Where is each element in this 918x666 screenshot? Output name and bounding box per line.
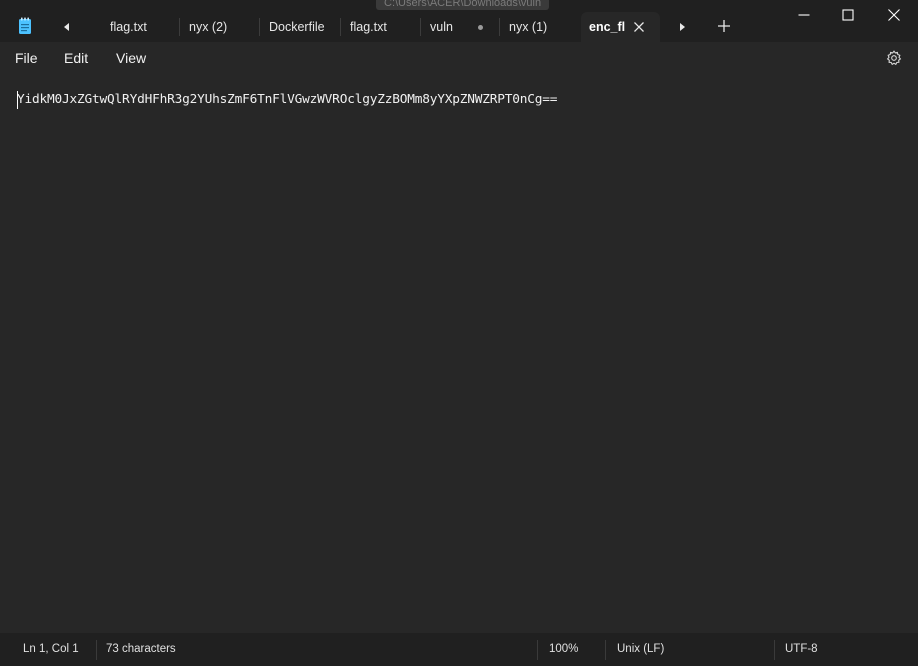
status-separator xyxy=(96,640,97,660)
text-caret xyxy=(17,91,18,109)
status-separator xyxy=(605,640,606,660)
tab-nyx-2[interactable]: nyx (2) xyxy=(180,12,260,42)
cursor-position[interactable]: Ln 1, Col 1 xyxy=(23,643,79,655)
status-bar: Ln 1, Col 1 73 characters 100% Unix (LF)… xyxy=(0,633,918,666)
caret-right-icon[interactable] xyxy=(675,20,689,34)
close-icon[interactable] xyxy=(633,21,645,33)
tab-label: flag.txt xyxy=(110,20,147,34)
tab-label: vuln xyxy=(430,20,453,34)
encoding[interactable]: UTF-8 xyxy=(785,643,818,655)
tab-label: flag.txt xyxy=(350,20,387,34)
line-ending[interactable]: Unix (LF) xyxy=(617,643,664,655)
tab-label: nyx (1) xyxy=(509,20,548,34)
menu-edit[interactable]: Edit xyxy=(64,50,88,66)
maximize-icon[interactable] xyxy=(841,8,855,22)
notepad-window: C:\Users\ACER\Downloads\vuln flag.txt ny… xyxy=(0,0,918,666)
tab-flag-txt-2[interactable]: flag.txt xyxy=(341,12,421,42)
caret-left-icon[interactable] xyxy=(60,20,74,34)
title-bar[interactable]: C:\Users\ACER\Downloads\vuln flag.txt ny… xyxy=(0,0,918,42)
tab-nyx-1[interactable]: nyx (1) xyxy=(500,12,580,42)
tab-flag-txt[interactable]: flag.txt xyxy=(100,12,180,42)
tab-label: nyx (2) xyxy=(189,20,228,34)
menu-file[interactable]: File xyxy=(15,50,38,66)
character-count: 73 characters xyxy=(106,643,176,655)
zoom-level[interactable]: 100% xyxy=(549,643,578,655)
unsaved-dot-icon xyxy=(478,25,483,30)
tab-dockerfile[interactable]: Dockerfile xyxy=(260,12,340,42)
menu-view[interactable]: View xyxy=(116,50,146,66)
notepad-icon xyxy=(19,17,31,34)
gear-icon[interactable] xyxy=(886,50,902,66)
menu-bar: File Edit View xyxy=(0,42,918,75)
plus-icon[interactable] xyxy=(717,19,731,33)
editor-text: YidkM0JxZGtwQlRYdHFhR3g2YUhsZmF6TnFlVGwz… xyxy=(17,92,558,107)
minimize-icon[interactable] xyxy=(797,8,811,22)
tab-label: enc_fl xyxy=(589,20,626,34)
tab-label: Dockerfile xyxy=(269,20,325,34)
tab-vuln[interactable]: vuln xyxy=(421,12,500,42)
status-separator xyxy=(537,640,538,660)
status-separator xyxy=(774,640,775,660)
close-icon[interactable] xyxy=(887,8,901,22)
path-tooltip: C:\Users\ACER\Downloads\vuln xyxy=(376,0,550,10)
tab-enc-fl[interactable]: enc_fl xyxy=(581,12,660,42)
text-editor[interactable]: YidkM0JxZGtwQlRYdHFhR3g2YUhsZmF6TnFlVGwz… xyxy=(0,75,918,633)
